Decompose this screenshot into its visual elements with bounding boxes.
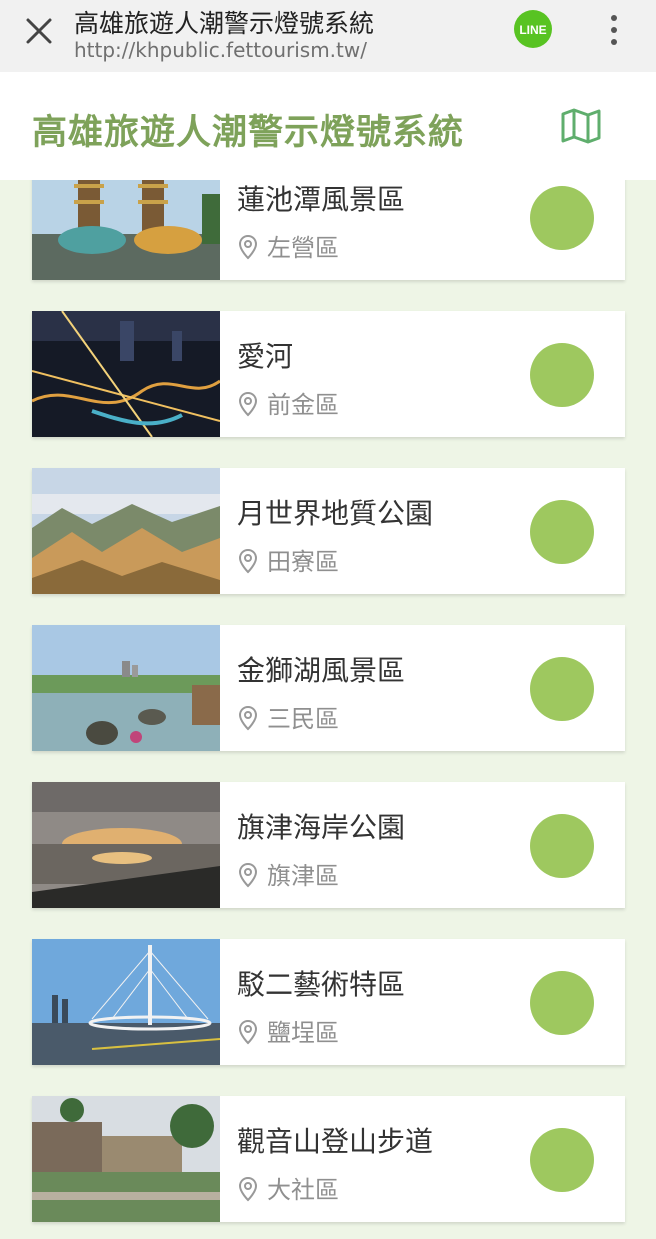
location-photo [32, 468, 220, 594]
more-options-icon[interactable] [602, 12, 626, 48]
crowd-status-indicator [530, 1128, 594, 1192]
close-icon[interactable] [20, 12, 58, 50]
location-district: 三民區 [237, 699, 339, 734]
location-photo [32, 1096, 220, 1222]
map-pin-icon [238, 862, 258, 888]
map-pin-icon [238, 234, 258, 260]
location-card[interactable]: 蓮池潭風景區 左營區 [32, 180, 625, 280]
location-card[interactable]: 駁二藝術特區 鹽埕區 [32, 939, 625, 1065]
location-district: 田寮區 [237, 542, 339, 577]
location-card[interactable]: 旗津海岸公園 旗津區 [32, 782, 625, 908]
crowd-status-indicator [530, 500, 594, 564]
location-photo [32, 311, 220, 437]
location-list: 蓮池潭風景區 左營區 愛河 前金區 月世界地質公園 田寮區 金獅湖風景區 三民區… [0, 180, 656, 1239]
location-district: 大社區 [237, 1170, 339, 1205]
crowd-status-indicator [530, 814, 594, 878]
line-label: LINE [519, 23, 546, 37]
district-label: 前金區 [267, 391, 339, 419]
location-district: 前金區 [237, 385, 339, 420]
app-title: 高雄旅遊人潮警示燈號系統 [32, 113, 465, 153]
location-photo [32, 939, 220, 1065]
district-label: 田寮區 [267, 548, 339, 576]
map-pin-icon [238, 1019, 258, 1045]
app-header: 高雄旅遊人潮警示燈號系統 [0, 72, 656, 180]
location-district: 鹽埕區 [237, 1013, 339, 1048]
map-pin-icon [238, 548, 258, 574]
location-district: 左營區 [237, 228, 339, 263]
location-district: 旗津區 [237, 856, 339, 891]
browser-page-title: 高雄旅遊人潮警示燈號系統 [74, 9, 375, 38]
crowd-status-indicator [530, 186, 594, 250]
location-name: 愛河 [237, 340, 294, 373]
location-name: 旗津海岸公園 [237, 811, 406, 844]
location-name: 蓮池潭風景區 [237, 183, 406, 216]
crowd-status-indicator [530, 971, 594, 1035]
district-label: 大社區 [267, 1176, 339, 1204]
district-label: 鹽埕區 [267, 1019, 339, 1047]
district-label: 三民區 [267, 705, 339, 733]
map-icon[interactable] [557, 102, 605, 150]
location-name: 觀音山登山步道 [237, 1125, 434, 1158]
location-name: 駁二藝術特區 [237, 968, 406, 1001]
map-pin-icon [238, 391, 258, 417]
location-card[interactable]: 觀音山登山步道 大社區 [32, 1096, 625, 1222]
location-photo [32, 625, 220, 751]
location-photo [32, 180, 220, 280]
browser-toolbar: 高雄旅遊人潮警示燈號系統 http://khpublic.fettourism.… [0, 0, 656, 72]
map-pin-icon [238, 705, 258, 731]
location-card[interactable]: 金獅湖風景區 三民區 [32, 625, 625, 751]
map-pin-icon [238, 1176, 258, 1202]
location-name: 金獅湖風景區 [237, 654, 406, 687]
line-share-icon[interactable]: LINE [511, 9, 555, 53]
browser-url[interactable]: http://khpublic.fettourism.tw/ [74, 38, 367, 62]
location-name: 月世界地質公園 [237, 497, 434, 530]
location-card[interactable]: 愛河 前金區 [32, 311, 625, 437]
crowd-status-indicator [530, 343, 594, 407]
district-label: 旗津區 [267, 862, 339, 890]
location-card[interactable]: 月世界地質公園 田寮區 [32, 468, 625, 594]
crowd-status-indicator [530, 657, 594, 721]
location-photo [32, 782, 220, 908]
district-label: 左營區 [267, 234, 339, 262]
